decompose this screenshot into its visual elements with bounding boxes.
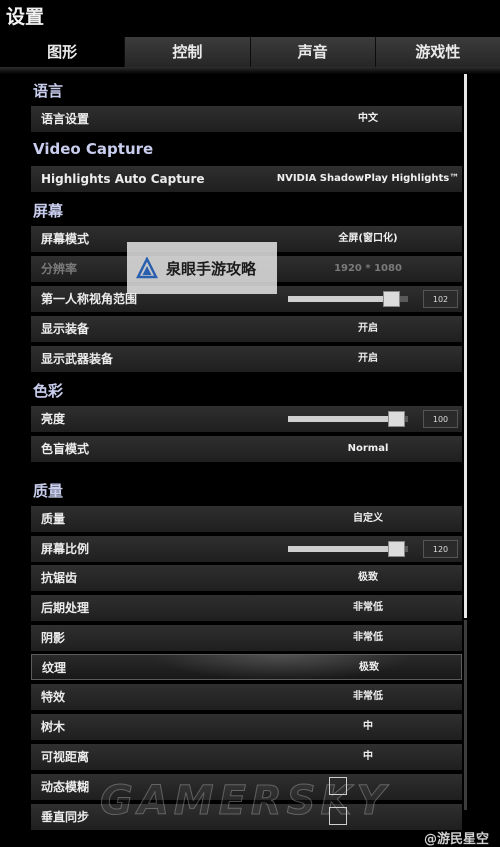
slider-fill (288, 546, 396, 552)
setting-label: 语言设置 (41, 112, 90, 126)
scrollbar-lower[interactable] (464, 620, 467, 810)
setting-value[interactable]: Normal (268, 436, 468, 462)
setting-row-shadows[interactable]: 阴影 非常低 (31, 625, 462, 651)
section-language: 语言 (33, 82, 64, 100)
setting-label: 阴影 (41, 631, 66, 645)
setting-value[interactable]: 自定义 (268, 506, 468, 532)
setting-label: 第一人称视角范围 (41, 292, 138, 306)
setting-value[interactable]: 中 (268, 714, 468, 740)
setting-value[interactable]: 全屏(窗口化) (268, 226, 468, 252)
setting-value[interactable]: 开启 (268, 316, 468, 342)
corner-watermark: @游民星空 (424, 832, 490, 847)
section-color: 色彩 (33, 382, 64, 400)
tab-bar: 图形 控制 声音 游戏性 (0, 37, 500, 67)
setting-label: 抗锯齿 (41, 571, 78, 585)
setting-row-colorblind[interactable]: 色盲模式 Normal (31, 436, 462, 462)
fov-value-box[interactable]: 102 (423, 290, 458, 308)
screen-scale-slider[interactable] (288, 541, 408, 557)
tab-controls[interactable]: 控制 (124, 37, 250, 67)
setting-label: Highlights Auto Capture (41, 172, 205, 186)
setting-value[interactable]: 极致 (269, 655, 469, 681)
setting-row-textures[interactable]: 纹理 极致 (31, 654, 462, 681)
setting-row-language[interactable]: 语言设置 中文 (31, 106, 462, 132)
tab-graphics[interactable]: 图形 (0, 37, 125, 67)
setting-value[interactable]: 非常低 (268, 595, 468, 621)
setting-row-post-processing[interactable]: 后期处理 非常低 (31, 595, 462, 621)
slider-thumb[interactable] (388, 411, 405, 427)
setting-row-quality[interactable]: 质量 自定义 (31, 506, 462, 532)
setting-label: 色盲模式 (41, 442, 90, 456)
background-watermark: GAMERSKY (100, 778, 391, 825)
setting-value[interactable]: 非常低 (268, 625, 468, 651)
tab-gameplay[interactable]: 游戏性 (374, 37, 500, 67)
setting-row-effects[interactable]: 特效 非常低 (31, 684, 462, 710)
setting-value[interactable]: 非常低 (268, 684, 468, 710)
brightness-slider[interactable] (288, 411, 408, 427)
setting-label: 质量 (41, 512, 66, 526)
setting-row-show-gear[interactable]: 显示装备 开启 (31, 316, 462, 342)
scrollbar-track[interactable] (464, 74, 467, 618)
slider-thumb[interactable] (388, 541, 405, 557)
screen-scale-value-box[interactable]: 120 (423, 540, 458, 558)
setting-row-brightness: 亮度 100 (31, 406, 462, 432)
setting-label: 可视距离 (41, 750, 90, 764)
section-quality: 质量 (33, 482, 64, 500)
slider-thumb[interactable] (383, 291, 401, 307)
setting-row-highlights[interactable]: Highlights Auto Capture NVIDIA ShadowPla… (31, 166, 462, 192)
slider-fill (288, 296, 392, 302)
slider-fill (288, 416, 396, 422)
setting-value[interactable]: 极致 (268, 565, 468, 591)
setting-label: 屏幕模式 (41, 232, 90, 246)
setting-label: 动态模糊 (41, 780, 90, 794)
setting-value[interactable]: NVIDIA ShadowPlay Highlights™ (268, 166, 468, 192)
triangle-logo-icon (136, 257, 158, 279)
setting-row-antialiasing[interactable]: 抗锯齿 极致 (31, 565, 462, 591)
setting-value[interactable]: 中文 (268, 106, 468, 132)
setting-label: 垂直同步 (41, 810, 90, 824)
setting-label: 树木 (41, 720, 66, 734)
section-video-capture: Video Capture (33, 140, 154, 158)
setting-value[interactable]: 中 (268, 744, 468, 770)
fov-slider[interactable] (288, 291, 408, 307)
setting-value[interactable]: 开启 (268, 346, 468, 372)
setting-label: 分辨率 (41, 262, 78, 276)
section-screen: 屏幕 (33, 202, 64, 220)
tab-sound[interactable]: 声音 (249, 37, 375, 67)
setting-label: 亮度 (41, 412, 66, 426)
setting-label: 特效 (41, 690, 66, 704)
setting-row-view-distance[interactable]: 可视距离 中 (31, 744, 462, 770)
setting-row-screen-scale: 屏幕比例 120 (31, 536, 462, 562)
setting-row-show-weapon-gear[interactable]: 显示武器装备 开启 (31, 346, 462, 372)
setting-label: 屏幕比例 (41, 542, 90, 556)
setting-row-foliage[interactable]: 树木 中 (31, 714, 462, 740)
setting-label: 纹理 (42, 661, 67, 675)
setting-value: 1920 * 1080 (334, 263, 402, 274)
setting-label: 显示武器装备 (41, 352, 114, 366)
window-title: 设置 (6, 6, 45, 28)
watermark-text: 泉眼手游攻略 (166, 259, 257, 278)
site-watermark: 泉眼手游攻略 (127, 242, 277, 294)
setting-label: 显示装备 (41, 322, 90, 336)
panel-top-edge (0, 67, 500, 74)
setting-label: 后期处理 (41, 601, 90, 615)
brightness-value-box[interactable]: 100 (423, 410, 458, 428)
